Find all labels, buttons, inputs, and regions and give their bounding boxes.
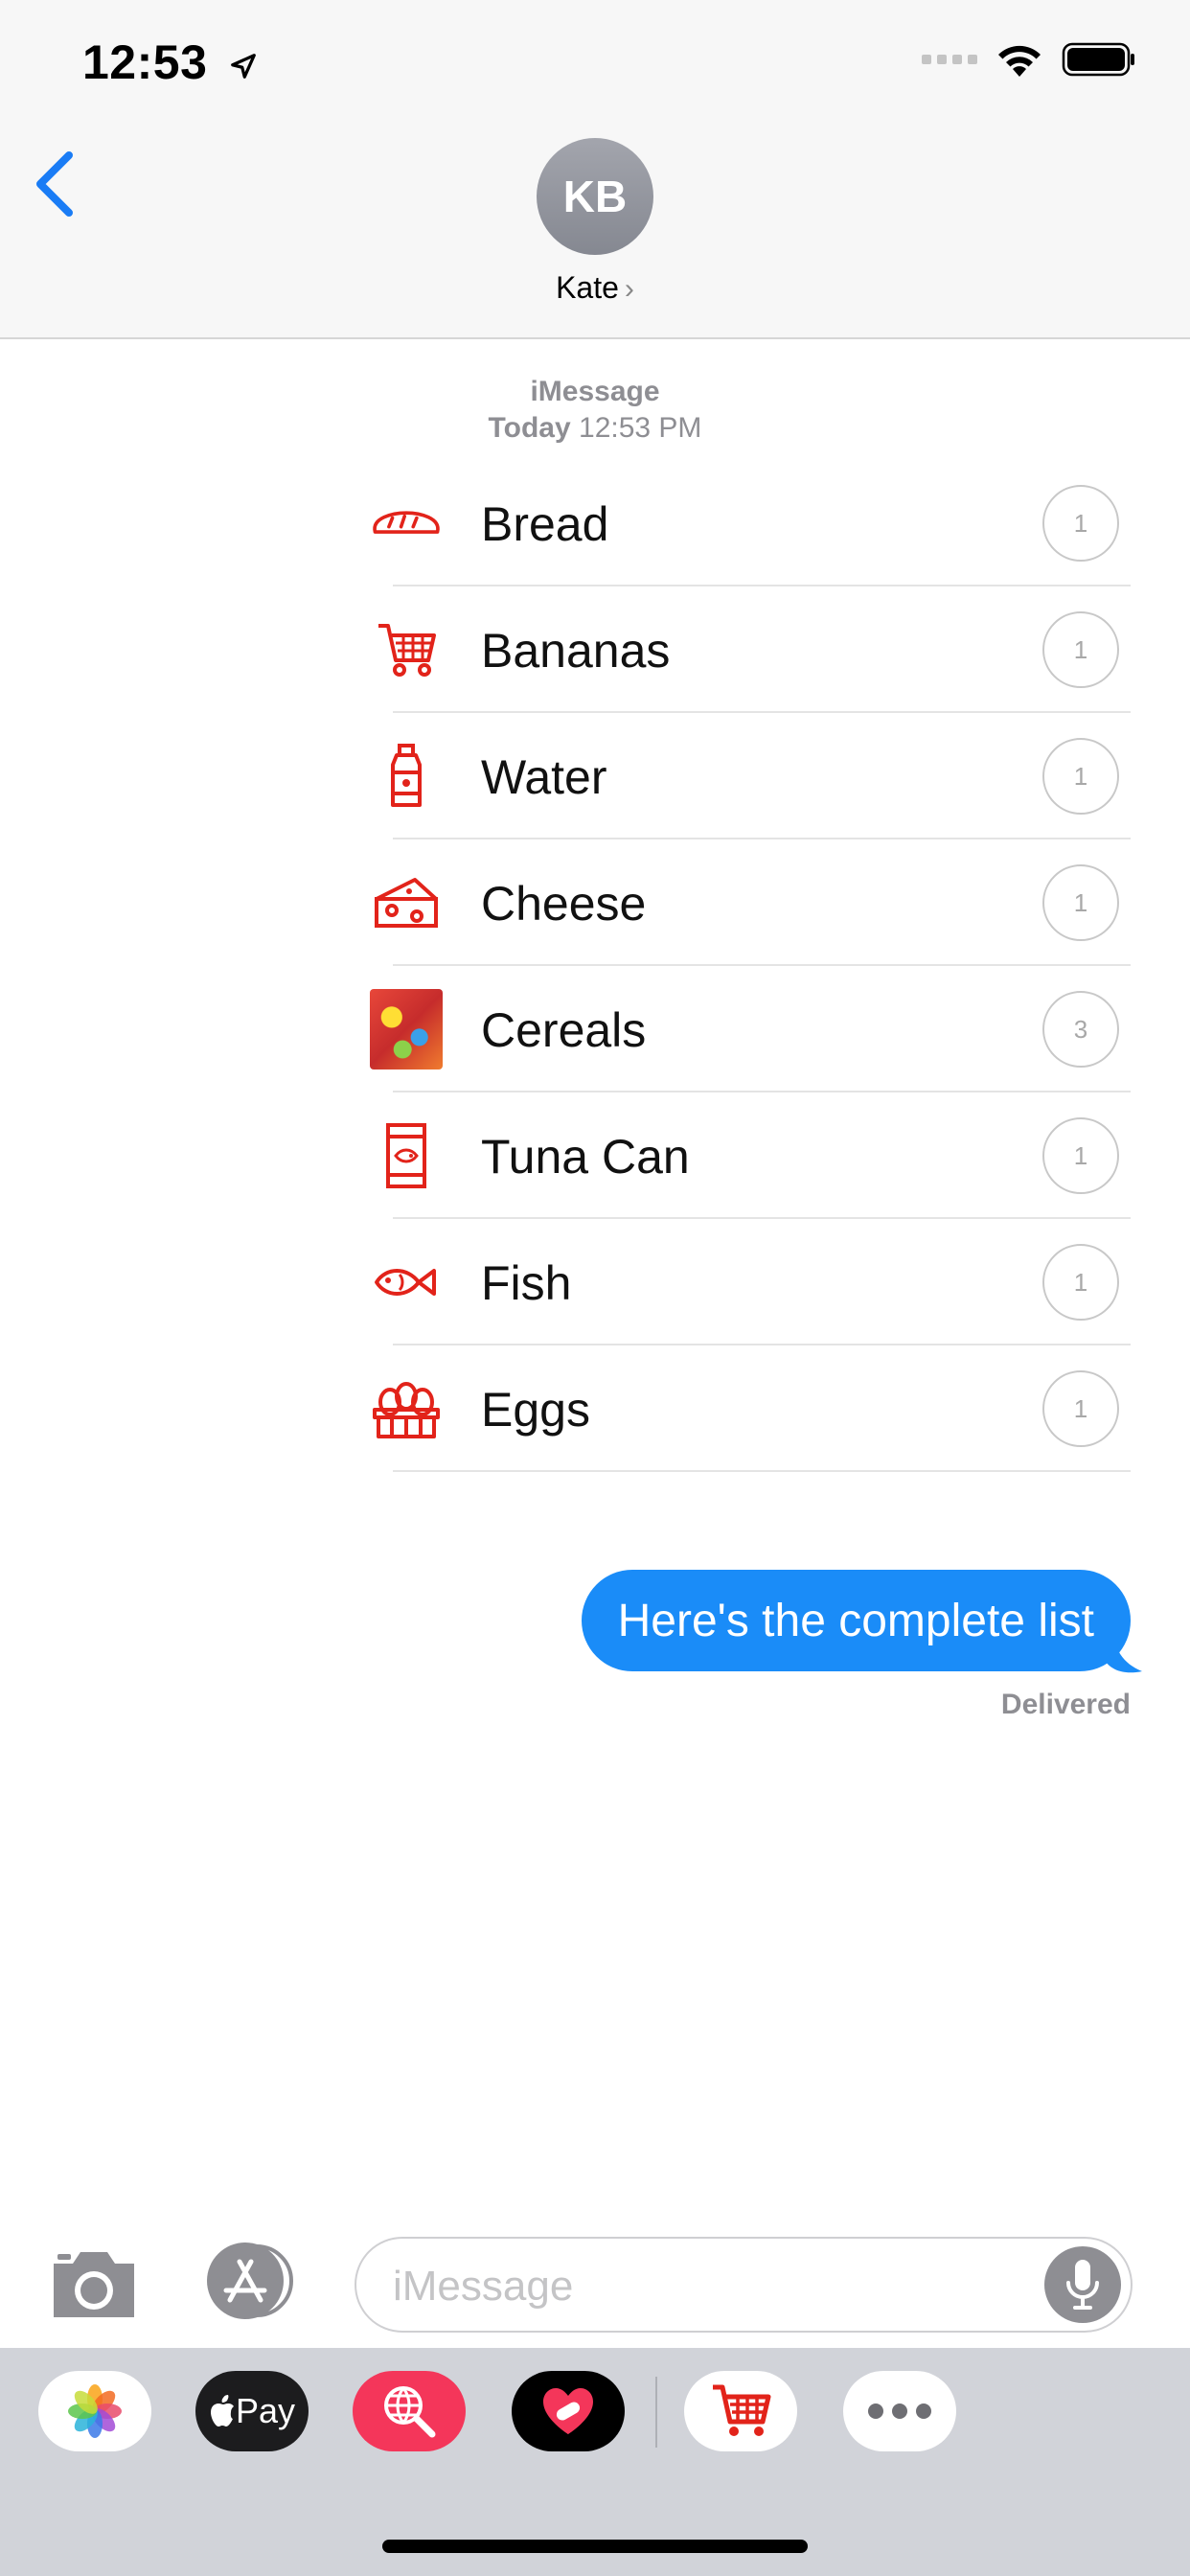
app-store-icon <box>207 2242 293 2319</box>
image-search-app-button[interactable] <box>353 2371 466 2451</box>
camera-button[interactable] <box>46 2246 142 2323</box>
photos-app-button[interactable] <box>38 2371 151 2451</box>
message-input[interactable] <box>391 2256 1008 2317</box>
timestamp-time: 12:53 PM <box>579 412 702 444</box>
avatar-initials: KB <box>562 172 628 221</box>
chevron-right-icon: › <box>624 273 634 305</box>
more-apps-button[interactable] <box>843 2371 956 2451</box>
quantity-badge[interactable]: 1 <box>1042 485 1119 562</box>
bread-icon <box>370 487 443 560</box>
quantity-badge[interactable]: 1 <box>1042 1117 1119 1194</box>
list-item[interactable]: Eggs 1 <box>364 1346 1131 1472</box>
shopping-cart-icon <box>713 2384 771 2436</box>
message-bubble[interactable]: Here's the complete list <box>581 1570 1131 1671</box>
egg-carton-icon <box>370 1372 443 1445</box>
list-item[interactable]: Fish 1 <box>364 1219 1131 1346</box>
fish-icon <box>370 1246 443 1319</box>
service-label: iMessage <box>530 376 660 407</box>
quantity-badge[interactable]: 1 <box>1042 1370 1119 1447</box>
item-name: Cereals <box>481 1003 647 1057</box>
status-time: 12:53 <box>82 34 258 90</box>
list-item[interactable]: Bananas 1 <box>364 586 1131 713</box>
camera-icon <box>54 2252 134 2317</box>
back-button[interactable] <box>33 150 80 218</box>
status-time-text: 12:53 <box>82 35 208 89</box>
apple-logo-icon <box>210 2395 234 2426</box>
dictation-button[interactable] <box>1044 2246 1121 2323</box>
list-item[interactable]: Tuna Can 1 <box>364 1092 1131 1219</box>
contact-name: Kate <box>556 270 619 305</box>
item-name: Bread <box>481 497 609 551</box>
battery-icon <box>1062 42 1134 77</box>
bottle-icon <box>370 740 443 813</box>
bubble-tail <box>1106 1629 1142 1673</box>
item-name: Eggs <box>481 1383 590 1437</box>
drawer-divider <box>655 2377 657 2448</box>
status-indicators <box>922 40 1136 79</box>
message-text: Here's the complete list <box>617 1595 1094 1646</box>
quantity-badge[interactable]: 1 <box>1042 738 1119 815</box>
apple-pay-button[interactable]: Pay <box>195 2371 309 2451</box>
apple-pay-label: Pay <box>235 2391 296 2430</box>
app-store-button[interactable] <box>201 2241 303 2321</box>
row-divider <box>393 1470 1131 1472</box>
cheese-icon <box>370 866 443 939</box>
shopping-cart-icon <box>370 613 443 686</box>
list-item[interactable]: Cheese 1 <box>364 840 1131 966</box>
timestamp: Today 12:53 PM <box>0 412 1190 445</box>
tuna-can-icon <box>370 1119 443 1192</box>
more-icon <box>868 2404 931 2419</box>
list-item[interactable]: Water 1 <box>364 713 1131 840</box>
chevron-left-icon <box>36 151 73 217</box>
list-item[interactable]: Cereals 3 <box>364 966 1131 1092</box>
list-item[interactable]: Bread 1 <box>364 460 1131 586</box>
shopping-list-app-button[interactable] <box>684 2371 797 2451</box>
heart-icon <box>543 2388 593 2434</box>
heart-stickers-app-button[interactable] <box>512 2371 625 2451</box>
timestamp-day: Today <box>488 412 571 444</box>
wifi-icon <box>998 45 1041 77</box>
shopping-list[interactable]: Bread 1 Bananas 1 Water 1 Cheese 1 Cerea… <box>364 460 1131 1472</box>
microphone-icon <box>1066 2260 1099 2310</box>
quantity-badge[interactable]: 1 <box>1042 611 1119 688</box>
item-name: Fish <box>481 1256 572 1310</box>
item-name: Water <box>481 750 607 804</box>
photos-icon <box>68 2384 122 2438</box>
location-arrow-icon <box>230 53 256 79</box>
delivery-status: Delivered <box>1000 1689 1131 1720</box>
contact-avatar[interactable]: KB <box>537 138 653 255</box>
item-name: Bananas <box>481 624 671 678</box>
cellular-signal-icon <box>922 55 977 64</box>
message-input-field[interactable] <box>355 2237 1133 2333</box>
quantity-badge[interactable]: 3 <box>1042 991 1119 1068</box>
contact-name-button[interactable]: Kate › <box>0 270 1190 306</box>
globe-search-icon <box>384 2386 436 2438</box>
cereal-box-photo <box>370 989 443 1070</box>
item-name: Tuna Can <box>481 1130 690 1184</box>
item-name: Cheese <box>481 877 647 931</box>
quantity-badge[interactable]: 1 <box>1042 864 1119 941</box>
home-indicator[interactable] <box>382 2540 808 2553</box>
conversation-header: 12:53 KB Kate › <box>0 0 1190 339</box>
quantity-badge[interactable]: 1 <box>1042 1244 1119 1321</box>
